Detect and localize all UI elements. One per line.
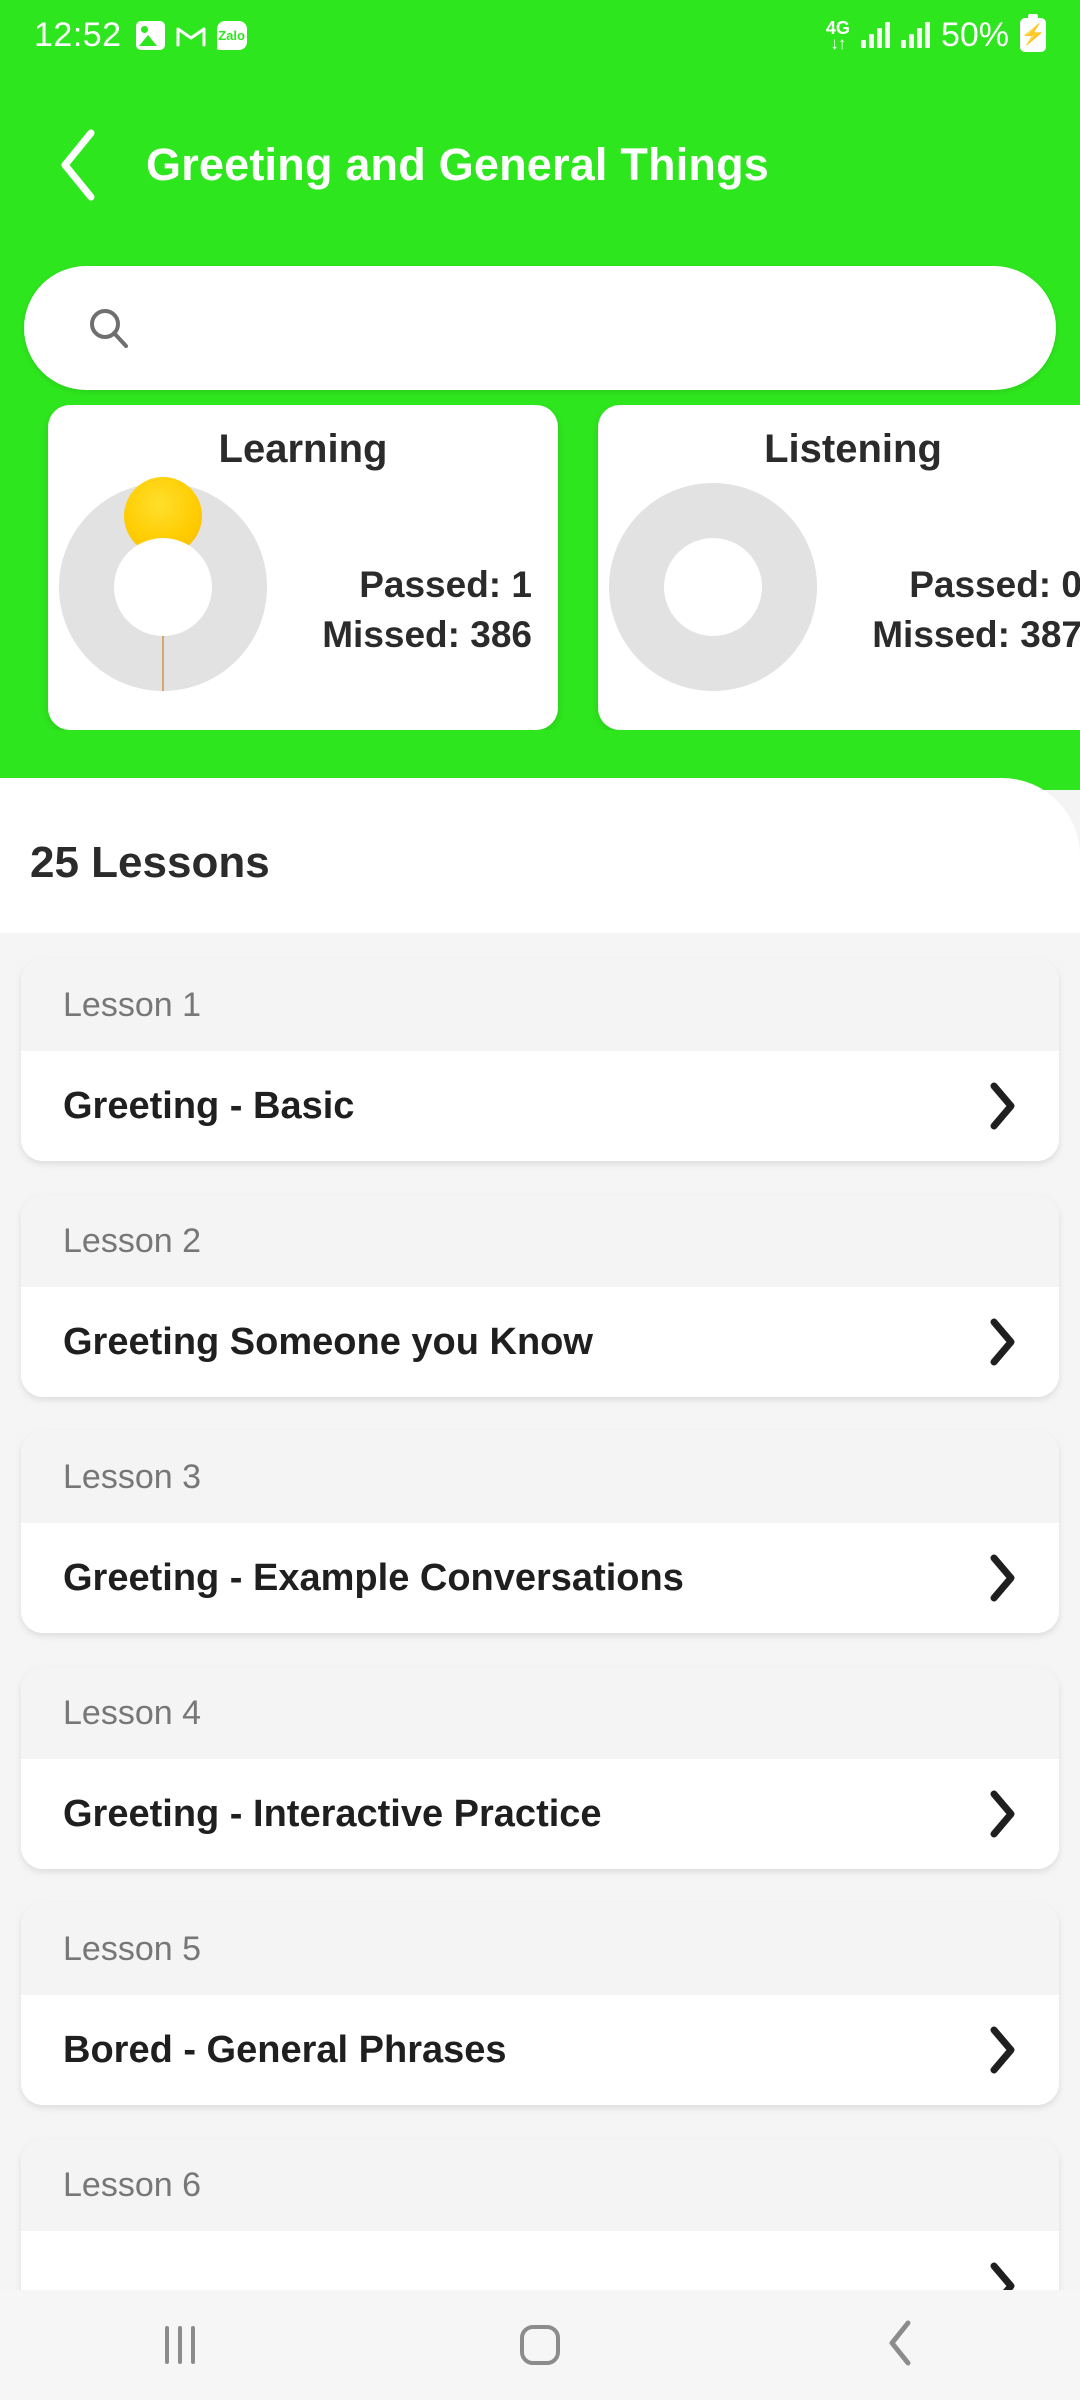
lesson-number-row: Lesson 1 — [21, 959, 1059, 1051]
search-bar[interactable] — [24, 266, 1056, 390]
back-icon — [885, 2318, 915, 2373]
gmail-icon — [176, 24, 206, 47]
lesson-number: Lesson 5 — [63, 1929, 201, 1968]
stat-card-learning[interactable]: Learning Passed: 1 Missed: 386 — [48, 405, 558, 730]
chevron-right-icon — [987, 1553, 1017, 1603]
network-type-icon: 4G ↓↑ — [826, 19, 850, 52]
lesson-number-row: Lesson 6 — [21, 2139, 1059, 2231]
passed-label: Passed: 1 — [359, 564, 532, 606]
lesson-card[interactable]: Lesson 4 Greeting - Interactive Practice — [21, 1667, 1059, 1869]
battery-percent-label: 50% — [940, 16, 1009, 54]
battery-charging-icon: ⚡ — [1020, 14, 1046, 52]
status-notification-icons: Zalo — [135, 20, 247, 50]
stats-carousel[interactable]: Learning Passed: 1 Missed: 386 Listening — [0, 405, 1080, 730]
lesson-title: Greeting - Interactive Practice — [63, 1792, 602, 1835]
lesson-number: Lesson 1 — [63, 985, 201, 1024]
lesson-number-row: Lesson 2 — [21, 1195, 1059, 1287]
donut-progress-marker — [124, 477, 202, 555]
lesson-number-row: Lesson 5 — [21, 1903, 1059, 1995]
app-screen: 12:52 Zalo 4G ↓↑ 50% ⚡ Greeting and Gene… — [0, 0, 1080, 2400]
chevron-right-icon — [987, 2025, 1017, 2075]
lessons-count-title: 25 Lessons — [30, 838, 270, 887]
search-icon — [86, 305, 132, 351]
photo-icon — [135, 20, 165, 50]
signal-bars-sim1-icon — [860, 22, 890, 48]
system-back-button[interactable] — [815, 2290, 985, 2400]
stat-card-body: Passed: 0 Missed: 387 — [598, 472, 1080, 702]
status-bar: 12:52 Zalo 4G ↓↑ 50% ⚡ — [0, 0, 1080, 70]
status-bar-left: 12:52 Zalo — [34, 18, 247, 52]
lesson-number: Lesson 6 — [63, 2165, 201, 2204]
lesson-list[interactable]: Lesson 1 Greeting - Basic Lesson 2 Greet… — [0, 933, 1080, 2400]
page-title: Greeting and General Things — [146, 139, 770, 190]
lesson-card[interactable]: Lesson 3 Greeting - Example Conversation… — [21, 1431, 1059, 1633]
data-transfer-arrows: ↓↑ — [830, 33, 846, 53]
content-sheet: 25 Lessons Lesson 1 Greeting - Basic Les… — [0, 778, 1080, 2400]
lesson-card[interactable]: Lesson 2 Greeting Someone you Know — [21, 1195, 1059, 1397]
listening-donut-chart — [598, 483, 828, 691]
search-input[interactable] — [158, 307, 1016, 349]
stat-card-numbers: Passed: 1 Missed: 386 — [278, 560, 558, 660]
lesson-number: Lesson 3 — [63, 1457, 201, 1496]
lesson-title-row[interactable]: Greeting - Interactive Practice — [21, 1759, 1059, 1869]
stat-card-body: Passed: 1 Missed: 386 — [48, 472, 558, 702]
recents-button[interactable] — [95, 2290, 265, 2400]
lesson-number-row: Lesson 3 — [21, 1431, 1059, 1523]
stat-card-title: Learning — [218, 427, 388, 471]
stat-card-title: Listening — [764, 427, 942, 471]
lesson-card[interactable]: Lesson 1 Greeting - Basic — [21, 959, 1059, 1161]
chevron-right-icon — [987, 1317, 1017, 1367]
learning-donut-chart — [48, 477, 278, 691]
missed-label: Missed: 387 — [872, 614, 1080, 655]
home-button[interactable] — [455, 2290, 625, 2400]
lesson-number: Lesson 2 — [63, 1221, 201, 1260]
chevron-right-icon — [987, 1081, 1017, 1131]
lesson-title-row[interactable]: Greeting - Example Conversations — [21, 1523, 1059, 1633]
passed-label: Passed: 0 — [909, 564, 1080, 606]
stat-card-listening[interactable]: Listening Passed: 0 Missed: 387 — [598, 405, 1080, 730]
donut-track — [609, 483, 817, 691]
zalo-icon: Zalo — [216, 20, 247, 50]
status-clock: 12:52 — [34, 16, 122, 54]
donut-track — [59, 477, 267, 691]
lesson-title-row[interactable]: Greeting - Basic — [21, 1051, 1059, 1161]
status-bar-right: 4G ↓↑ 50% ⚡ — [826, 14, 1046, 54]
home-icon — [520, 2325, 560, 2365]
lesson-card[interactable]: Lesson 5 Bored - General Phrases — [21, 1903, 1059, 2105]
signal-bars-sim2-icon — [900, 22, 930, 48]
back-button[interactable] — [30, 117, 126, 213]
lesson-title-row[interactable]: Greeting Someone you Know — [21, 1287, 1059, 1397]
donut-divider — [162, 636, 164, 691]
system-navigation-bar — [0, 2290, 1080, 2400]
lesson-title: Greeting - Basic — [63, 1084, 355, 1127]
lesson-title-row[interactable]: Bored - General Phrases — [21, 1995, 1059, 2105]
chevron-right-icon — [987, 1789, 1017, 1839]
missed-label: Missed: 386 — [322, 614, 532, 655]
lesson-number: Lesson 4 — [63, 1693, 201, 1732]
lesson-title: Greeting Someone you Know — [63, 1320, 593, 1363]
lesson-number-row: Lesson 4 — [21, 1667, 1059, 1759]
stat-card-numbers: Passed: 0 Missed: 387 — [828, 560, 1080, 660]
app-bar: Greeting and General Things — [0, 110, 1080, 220]
lesson-title: Greeting - Example Conversations — [63, 1556, 684, 1599]
recents-icon — [165, 2326, 195, 2364]
lesson-title: Bored - General Phrases — [63, 2028, 507, 2071]
